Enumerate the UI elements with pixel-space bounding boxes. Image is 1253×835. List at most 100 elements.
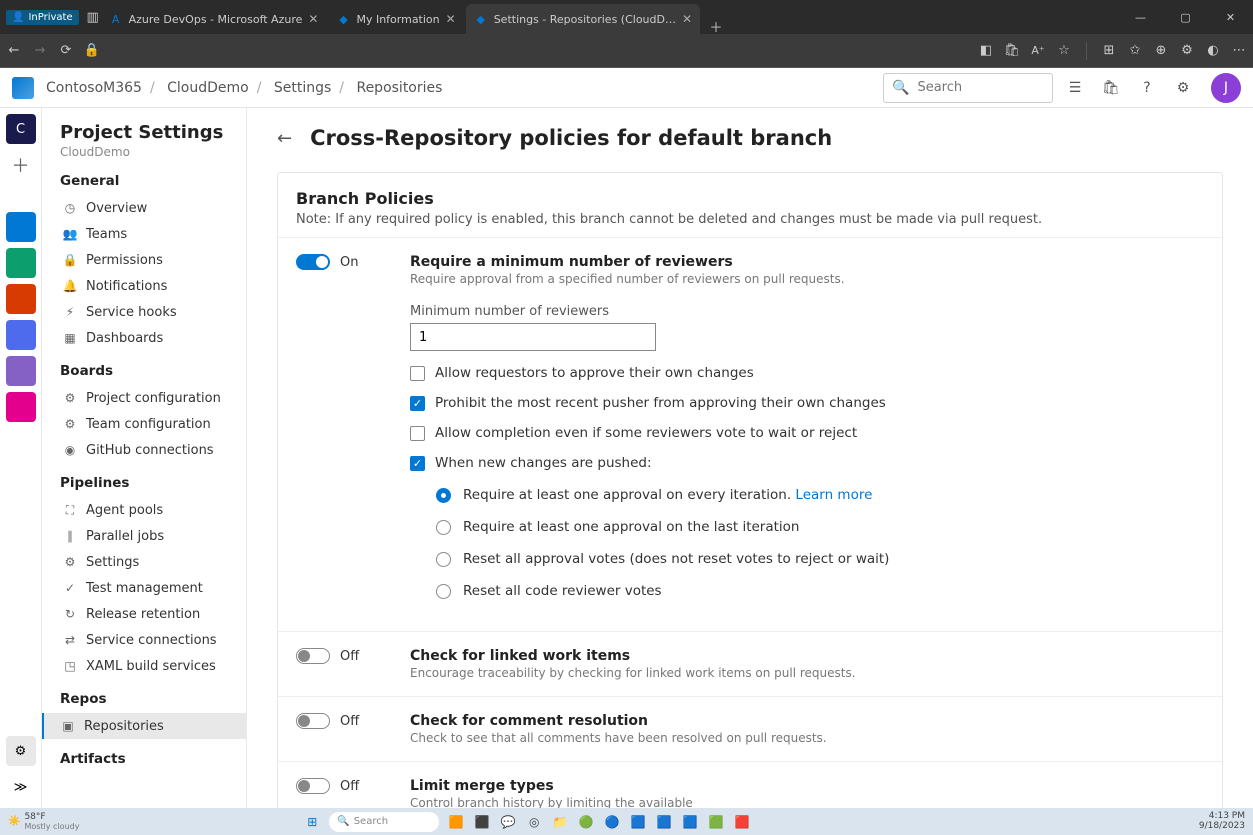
nav-service-hooks[interactable]: ⚡Service hooks	[60, 299, 246, 325]
favorites-bar-icon[interactable]: ✩	[1127, 43, 1143, 59]
rail-testplans-icon[interactable]	[6, 356, 36, 386]
radio-reset-all[interactable]: Reset all code reviewer votes	[436, 583, 1204, 599]
cb-allow-requestors[interactable]: Allow requestors to approve their own ch…	[410, 365, 1204, 381]
breadcrumb-repos[interactable]: Repositories	[356, 80, 442, 96]
browser-tabs: A Azure DevOps - Microsoft Azure ✕ ◆ My …	[101, 0, 724, 34]
text-icon[interactable]: A⁺	[1030, 43, 1046, 59]
nav-service-conn[interactable]: ⇄Service connections	[60, 627, 246, 653]
devops-logo-icon[interactable]	[12, 77, 34, 99]
close-icon[interactable]: ✕	[308, 12, 318, 26]
toggle-comment-resolution[interactable]	[296, 713, 330, 729]
radio-every-iteration[interactable]: Require at least one approval on every i…	[436, 487, 1204, 503]
back-icon[interactable]: ←	[6, 43, 22, 59]
avatar[interactable]: J	[1211, 73, 1241, 103]
reader-icon[interactable]: ◧	[978, 43, 994, 59]
policy-comment-resolution: Off Check for comment resolutionCheck to…	[278, 696, 1222, 761]
rail-artifacts-icon[interactable]	[6, 392, 36, 422]
tb-icon[interactable]: 🟥	[733, 813, 751, 831]
close-icon[interactable]: ✕	[682, 12, 692, 26]
nav-test-mgmt[interactable]: ✓Test management	[60, 575, 246, 601]
nav-release-retention[interactable]: ↻Release retention	[60, 601, 246, 627]
toggle-limit-merge[interactable]	[296, 778, 330, 794]
learn-more-link[interactable]: Learn more	[795, 487, 872, 503]
breadcrumb-settings[interactable]: Settings	[274, 80, 331, 96]
work-items-icon[interactable]: ☰	[1061, 74, 1089, 102]
min-reviewers-input[interactable]	[410, 323, 656, 351]
close-icon[interactable]: ✕	[446, 12, 456, 26]
nav-parallel-jobs[interactable]: ∥Parallel jobs	[60, 523, 246, 549]
extensions-icon[interactable]: ⊞	[1101, 43, 1117, 59]
maximize-button[interactable]: ▢	[1163, 0, 1208, 34]
rail-overview-icon[interactable]	[6, 212, 36, 242]
nav-github[interactable]: ◉GitHub connections	[60, 437, 246, 463]
nav-team-config[interactable]: ⚙Team configuration	[60, 411, 246, 437]
toggle-min-reviewers[interactable]	[296, 254, 330, 270]
cb-prohibit-pusher[interactable]: ✓Prohibit the most recent pusher from ap…	[410, 395, 1204, 411]
rail-new[interactable]: ＋	[6, 150, 36, 180]
nav-repositories[interactable]: ▣Repositories	[42, 713, 246, 739]
minimize-button[interactable]: —	[1118, 0, 1163, 34]
tb-icon[interactable]: 🟢	[577, 813, 595, 831]
tb-icon[interactable]: 🟧	[447, 813, 465, 831]
tb-icon[interactable]: ⬛	[473, 813, 491, 831]
nav-project-config[interactable]: ⚙Project configuration	[60, 385, 246, 411]
start-button[interactable]: ⊞	[303, 813, 321, 831]
tb-icon[interactable]: 🟦	[629, 813, 647, 831]
toggle-linked-work-items[interactable]	[296, 648, 330, 664]
nav-pipeline-settings[interactable]: ⚙Settings	[60, 549, 246, 575]
rail-settings-icon[interactable]: ⚙	[6, 736, 36, 766]
cb-when-pushed[interactable]: ✓When new changes are pushed:	[410, 455, 1204, 471]
tb-icon[interactable]: 🟩	[707, 813, 725, 831]
taskbar-clock[interactable]: 4:13 PM 9/18/2023	[1199, 812, 1245, 832]
rail-project[interactable]: C	[6, 114, 36, 144]
breadcrumb-project[interactable]: CloudDemo	[167, 80, 249, 96]
devops-icon: ◆	[336, 12, 350, 26]
search-input[interactable]: 🔍	[883, 73, 1053, 103]
radio-reset-approvals[interactable]: Reset all approval votes (does not reset…	[436, 551, 1204, 567]
user-settings-icon[interactable]: ⚙	[1169, 74, 1197, 102]
browser-tab[interactable]: A Azure DevOps - Microsoft Azure ✕	[101, 4, 327, 34]
shopping-icon[interactable]: 🛍	[1004, 43, 1020, 59]
new-tab-button[interactable]: ＋	[708, 18, 724, 34]
tb-icon[interactable]: 🟦	[655, 813, 673, 831]
taskbar-search[interactable]: 🔍Search	[329, 812, 439, 832]
radio-last-iteration[interactable]: Require at least one approval on the las…	[436, 519, 1204, 535]
browser-settings-icon[interactable]: ⚙	[1179, 43, 1195, 59]
min-reviewers-label: Minimum number of reviewers	[410, 304, 609, 319]
project-rail: C ＋ ⚙ ≫	[0, 108, 42, 808]
nav-permissions[interactable]: 🔒Permissions	[60, 247, 246, 273]
nav-dashboards[interactable]: ▦Dashboards	[60, 325, 246, 351]
rail-pipelines-icon[interactable]	[6, 320, 36, 350]
weather-widget[interactable]: ☀️ 58°FMostly cloudy	[8, 812, 79, 831]
favorite-icon[interactable]: ☆	[1056, 43, 1072, 59]
nav-overview[interactable]: ◷Overview	[60, 195, 246, 221]
tb-icon[interactable]: 🟦	[681, 813, 699, 831]
rail-boards-icon[interactable]	[6, 248, 36, 278]
cb-allow-completion[interactable]: Allow completion even if some reviewers …	[410, 425, 1204, 441]
section-repos: Repos	[60, 691, 246, 707]
nav-teams[interactable]: 👥Teams	[60, 221, 246, 247]
nav-xaml[interactable]: ◳XAML build services	[60, 653, 246, 679]
tab-actions-icon[interactable]: ▥	[85, 9, 101, 25]
refresh-icon[interactable]: ⟳	[58, 43, 74, 59]
tb-icon[interactable]: 📁	[551, 813, 569, 831]
more-icon[interactable]: ⋯	[1231, 43, 1247, 59]
nav-notifications[interactable]: 🔔Notifications	[60, 273, 246, 299]
rail-collapse-icon[interactable]: ≫	[6, 772, 36, 802]
rail-repos-icon[interactable]	[6, 284, 36, 314]
nav-agent-pools[interactable]: ⛶Agent pools	[60, 497, 246, 523]
back-button[interactable]: ←	[277, 128, 292, 149]
inprivate-icon[interactable]: ◐	[1205, 43, 1221, 59]
lock-icon[interactable]: 🔒	[84, 43, 100, 59]
breadcrumb-org[interactable]: ContosoM365	[46, 80, 142, 96]
tb-icon[interactable]: ◎	[525, 813, 543, 831]
browser-tab-active[interactable]: ◆ Settings - Repositories (CloudD… ✕	[466, 4, 700, 34]
collections-icon[interactable]: ⊕	[1153, 43, 1169, 59]
browser-titlebar: 👤 InPrivate ▥ A Azure DevOps - Microsoft…	[0, 0, 1253, 34]
help-icon[interactable]: ?	[1133, 74, 1161, 102]
tb-icon[interactable]: 💬	[499, 813, 517, 831]
marketplace-icon[interactable]: 🛍	[1097, 74, 1125, 102]
close-window-button[interactable]: ✕	[1208, 0, 1253, 34]
tb-chrome-icon[interactable]: 🔵	[603, 813, 621, 831]
browser-tab[interactable]: ◆ My Information ✕	[328, 4, 463, 34]
